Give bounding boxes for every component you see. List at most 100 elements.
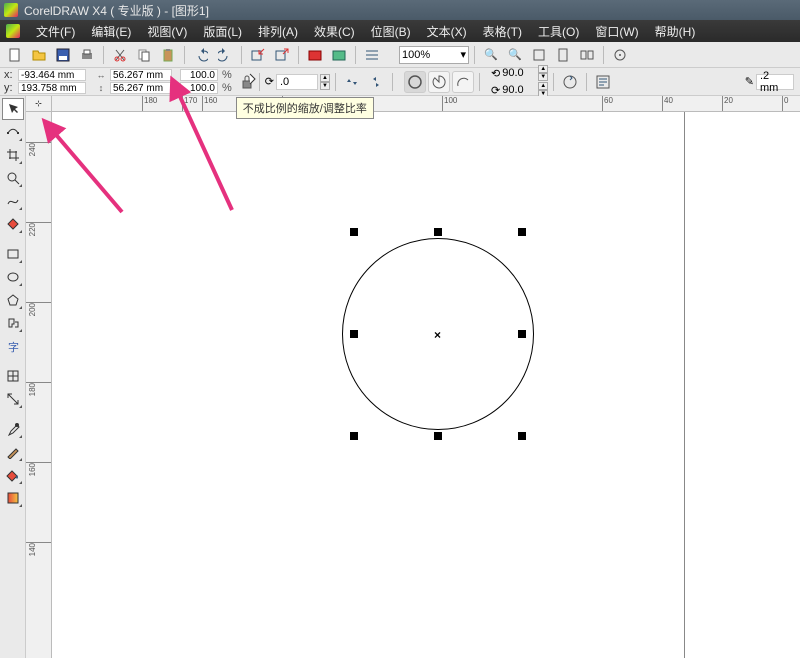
zoom-in-button[interactable]: 🔍 xyxy=(480,44,502,66)
menu-edit[interactable]: 编辑(E) xyxy=(85,21,137,42)
selection-handle-w[interactable] xyxy=(350,330,358,338)
separator xyxy=(474,46,475,64)
app-launcher-button[interactable] xyxy=(304,44,326,66)
new-button[interactable] xyxy=(4,44,26,66)
polygon-tool[interactable] xyxy=(2,289,24,311)
zoom-out-button[interactable]: 🔍 xyxy=(504,44,526,66)
rotation-input[interactable]: .0 xyxy=(276,74,318,90)
zoom-tool[interactable] xyxy=(2,167,24,189)
smart-fill-tool[interactable] xyxy=(2,213,24,235)
cut-button[interactable] xyxy=(109,44,131,66)
scale-x-input[interactable]: 100.0 xyxy=(180,69,218,81)
crop-tool[interactable] xyxy=(2,144,24,166)
menu-text[interactable]: 文本(X) xyxy=(421,21,473,42)
open-button[interactable] xyxy=(28,44,50,66)
menu-help[interactable]: 帮助(H) xyxy=(649,21,702,42)
menu-file[interactable]: 文件(F) xyxy=(30,21,81,42)
save-button[interactable] xyxy=(52,44,74,66)
menu-layout[interactable]: 版面(L) xyxy=(197,21,248,42)
shape-tool[interactable] xyxy=(2,121,24,143)
text-tool[interactable]: 字 xyxy=(2,335,24,357)
end-angle-input[interactable]: 90.0 xyxy=(502,84,536,96)
snap-button[interactable] xyxy=(609,44,631,66)
mirror-h-button[interactable] xyxy=(341,71,363,93)
percent-label: % xyxy=(222,82,232,94)
paste-button[interactable] xyxy=(157,44,179,66)
selection-center-icon[interactable]: × xyxy=(434,328,441,342)
selection-handle-ne[interactable] xyxy=(518,228,526,236)
size-group: ↔56.267 mm ↕56.267 mm xyxy=(94,69,172,94)
width-icon: ↔ xyxy=(94,70,108,80)
redo-button[interactable] xyxy=(214,44,236,66)
selection-handle-s[interactable] xyxy=(434,432,442,440)
undo-button[interactable] xyxy=(190,44,212,66)
pie-button[interactable] xyxy=(428,71,450,93)
ruler-origin[interactable]: ⊹ xyxy=(26,96,52,112)
pick-tool[interactable] xyxy=(2,98,24,120)
dimension-tool[interactable] xyxy=(2,388,24,410)
copy-button[interactable] xyxy=(133,44,155,66)
lock-tooltip: 不成比例的缩放/调整比率 xyxy=(236,97,374,119)
end-angle-icon: ⟳ xyxy=(491,84,500,97)
table-tool[interactable] xyxy=(2,365,24,387)
selection-handle-sw[interactable] xyxy=(350,432,358,440)
menu-window[interactable]: 窗口(W) xyxy=(589,21,644,42)
selection-handle-se[interactable] xyxy=(518,432,526,440)
zoom-all-button[interactable] xyxy=(576,44,598,66)
fill-tool[interactable] xyxy=(2,464,24,486)
options-button[interactable] xyxy=(361,44,383,66)
drawing-canvas[interactable]: × xyxy=(52,112,800,658)
start-angle-input[interactable]: 90.0 xyxy=(502,67,536,79)
ellipse-button[interactable] xyxy=(404,71,426,93)
width-input[interactable]: 56.267 mm xyxy=(110,69,172,81)
menu-view[interactable]: 视图(V) xyxy=(141,21,193,42)
selection-handle-nw[interactable] xyxy=(350,228,358,236)
window-title: CorelDRAW X4 ( 专业版 ) - [图形1] xyxy=(24,2,209,19)
wrap-text-button[interactable] xyxy=(592,71,614,93)
selection-handle-n[interactable] xyxy=(434,228,442,236)
print-button[interactable] xyxy=(76,44,98,66)
menu-tools[interactable]: 工具(O) xyxy=(532,21,585,42)
page-boundary xyxy=(684,112,685,658)
mirror-v-button[interactable] xyxy=(365,71,387,93)
outline-width-input[interactable]: .2 mm xyxy=(756,74,794,90)
horizontal-ruler[interactable]: 180170160140100604020020 xyxy=(52,96,800,112)
zoom-page-button[interactable] xyxy=(552,44,574,66)
separator xyxy=(355,46,356,64)
height-input[interactable]: 56.267 mm xyxy=(110,82,172,94)
welcome-button[interactable] xyxy=(328,44,350,66)
app-logo-icon xyxy=(4,3,18,17)
vertical-ruler[interactable]: 240220200180160140 xyxy=(26,112,52,658)
export-button[interactable] xyxy=(271,44,293,66)
x-input[interactable]: -93.464 mm xyxy=(18,69,86,81)
interactive-fill-tool[interactable] xyxy=(2,487,24,509)
menu-table[interactable]: 表格(T) xyxy=(477,21,528,42)
outline-tool[interactable] xyxy=(2,441,24,463)
percent-group: % % xyxy=(222,69,236,94)
menu-effects[interactable]: 效果(C) xyxy=(308,21,361,42)
direction-button[interactable] xyxy=(559,71,581,93)
scale-group: 100.0 100.0 xyxy=(180,69,218,94)
selection-handle-e[interactable] xyxy=(518,330,526,338)
menu-bar: 文件(F) 编辑(E) 视图(V) 版面(L) 排列(A) 效果(C) 位图(B… xyxy=(0,20,800,42)
lock-ratio-button[interactable]: 不成比例的缩放/调整比率 xyxy=(240,71,254,93)
separator xyxy=(184,46,185,64)
arc-button[interactable] xyxy=(452,71,474,93)
zoom-fit-button[interactable] xyxy=(528,44,550,66)
basic-shapes-tool[interactable] xyxy=(2,312,24,334)
scale-y-input[interactable]: 100.0 xyxy=(180,82,218,94)
separator xyxy=(603,46,604,64)
menu-arrange[interactable]: 排列(A) xyxy=(252,21,304,42)
import-button[interactable] xyxy=(247,44,269,66)
zoom-select[interactable]: 100% ▾ xyxy=(399,46,469,64)
spinner[interactable]: ▲▼ xyxy=(538,65,548,81)
rectangle-tool[interactable] xyxy=(2,243,24,265)
shape-buttons xyxy=(404,71,474,93)
freehand-tool[interactable] xyxy=(2,190,24,212)
ellipse-tool[interactable] xyxy=(2,266,24,288)
rotation-spinner[interactable]: ▲▼ xyxy=(320,74,330,90)
menu-bitmaps[interactable]: 位图(B) xyxy=(365,21,417,42)
eyedropper-tool[interactable] xyxy=(2,418,24,440)
separator xyxy=(259,73,260,91)
y-input[interactable]: 193.758 mm xyxy=(18,82,86,94)
